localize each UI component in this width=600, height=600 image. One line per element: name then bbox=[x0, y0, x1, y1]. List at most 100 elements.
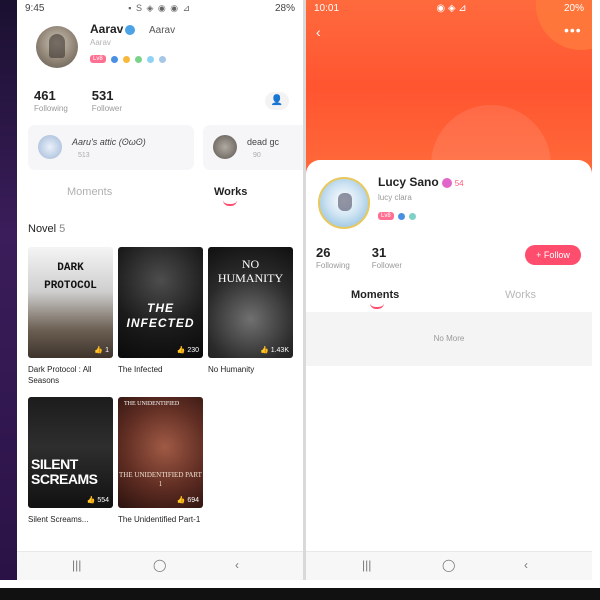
book-card[interactable]: SILENT SCREAMS 👍 554 Silent Screams... bbox=[28, 397, 113, 525]
book-cover: THE INFECTED 👍 230 bbox=[118, 247, 203, 358]
book-title: Dark Protocol : All Seasons bbox=[28, 365, 92, 385]
battery-level: 28% bbox=[274, 2, 295, 14]
badge-icon bbox=[397, 212, 405, 220]
profile-handle: lucy clara bbox=[378, 193, 412, 202]
status-bar: 10:01 ◉ ◈ ⊿ 20% bbox=[306, 0, 592, 16]
book-card[interactable]: THE UNIDENTIFIED THE UNIDENTIFIED PART 1… bbox=[118, 397, 203, 525]
profile-tabs: Moments Works bbox=[17, 186, 303, 206]
cover-title: DARK PROTOCOL bbox=[44, 262, 97, 292]
profile-tabs: Moments Works bbox=[306, 289, 592, 309]
like-count: 👍 230 bbox=[176, 347, 199, 354]
cover-title: THE INFECTED bbox=[126, 301, 195, 330]
badge-icon bbox=[158, 55, 166, 63]
follower-stat[interactable]: 531 Follower bbox=[92, 88, 122, 113]
system-nav-bar: ||| ◯ ‹ bbox=[17, 551, 303, 580]
cover-title: NO HUMANITY bbox=[217, 257, 284, 285]
left-frame-edge bbox=[0, 0, 17, 580]
book-cover: SILENT SCREAMS 👍 554 bbox=[28, 397, 113, 508]
status-time: 9:45 bbox=[25, 2, 45, 14]
group-name: Aaru's attic (ʘωʘ) bbox=[72, 137, 146, 147]
book-title: The Infected bbox=[118, 365, 163, 374]
add-user-button[interactable]: 👤 bbox=[265, 92, 289, 110]
active-tab-indicator bbox=[370, 303, 384, 309]
book-title: No Humanity bbox=[208, 365, 255, 374]
group-member-count: 513 bbox=[78, 152, 90, 159]
badge-icon bbox=[408, 212, 416, 220]
badge-icon bbox=[134, 55, 142, 63]
like-count: 👍 1.43K bbox=[260, 347, 289, 354]
group-member-count: 90 bbox=[253, 152, 261, 159]
cover-title: SILENT SCREAMS bbox=[31, 456, 98, 487]
back-button[interactable]: ‹ bbox=[235, 558, 239, 572]
group-card[interactable]: Aaru's attic (ʘωʘ) 513 bbox=[28, 125, 194, 170]
recent-apps-button[interactable]: ||| bbox=[72, 558, 81, 572]
tab-works[interactable]: Works bbox=[214, 186, 247, 198]
book-title: Silent Screams... bbox=[28, 515, 89, 524]
avatar[interactable] bbox=[36, 26, 78, 68]
left-phone-screen: 9:45 ▪ S ◈ ◉ ◉ ⊿ 28% Aarav Aarav Aarav L… bbox=[17, 0, 303, 580]
back-button[interactable]: ‹ bbox=[524, 558, 528, 572]
home-button[interactable]: ◯ bbox=[153, 558, 166, 572]
active-tab-indicator bbox=[223, 200, 237, 206]
recent-apps-button[interactable]: ||| bbox=[362, 558, 371, 572]
book-cover: THE UNIDENTIFIED THE UNIDENTIFIED PART 1… bbox=[118, 397, 203, 508]
section-title: Novel 5 bbox=[28, 223, 66, 235]
like-count: 👍 1 bbox=[94, 347, 109, 354]
no-more-text: No More bbox=[433, 334, 465, 343]
badge-row: Lv8 bbox=[378, 212, 416, 220]
group-name: dead gc bbox=[247, 137, 280, 147]
more-options-icon[interactable]: ••• bbox=[564, 22, 582, 38]
empty-feed: No More bbox=[306, 312, 592, 366]
profile-name-alt: Aarav bbox=[149, 25, 176, 36]
follow-button[interactable]: + Follow bbox=[525, 245, 581, 265]
like-count: 👍 554 bbox=[86, 497, 109, 504]
tab-moments[interactable]: Moments bbox=[351, 289, 399, 301]
level-badge: Lv8 bbox=[90, 55, 106, 63]
badge-icon bbox=[110, 55, 118, 63]
avatar[interactable] bbox=[318, 177, 370, 229]
verified-icon bbox=[125, 24, 136, 35]
group-avatar bbox=[213, 135, 237, 159]
tab-works[interactable]: Works bbox=[505, 289, 536, 301]
battery-level: 20% bbox=[563, 2, 584, 14]
book-card[interactable]: NO HUMANITY 👍 1.43K No Humanity bbox=[208, 247, 293, 375]
user-icon: 👤 bbox=[270, 95, 284, 106]
system-nav-bar: ||| ◯ ‹ bbox=[306, 551, 592, 580]
tab-moments[interactable]: Moments bbox=[67, 186, 112, 198]
stats-row: 461 Following 531 Follower bbox=[34, 88, 122, 113]
status-bar: 9:45 ▪ S ◈ ◉ ◉ ⊿ 28% bbox=[17, 0, 303, 16]
level-number: 54 bbox=[454, 179, 464, 188]
profile-banner: 10:01 ◉ ◈ ⊿ 20% ‹ ••• bbox=[306, 0, 592, 175]
book-card[interactable]: THE INFECTED 👍 230 The Infected bbox=[118, 247, 203, 375]
book-cover: NO HUMANITY 👍 1.43K bbox=[208, 247, 293, 358]
group-card[interactable]: dead gc 90 bbox=[203, 125, 303, 170]
following-stat[interactable]: 26 Following bbox=[316, 245, 350, 270]
right-phone-screen: 10:01 ◉ ◈ ⊿ 20% ‹ ••• Lucy Sano 54 lucy c… bbox=[306, 0, 592, 580]
profile-card: Lucy Sano 54 lucy clara Lv8 26 Following … bbox=[306, 160, 592, 580]
badge-icon bbox=[146, 55, 154, 63]
cover-title: THE UNIDENTIFIED bbox=[124, 401, 180, 407]
bottom-frame-edge bbox=[0, 588, 600, 600]
book-card[interactable]: DARK PROTOCOL 👍 1 Dark Protocol : All Se… bbox=[28, 247, 113, 386]
group-avatar bbox=[38, 135, 62, 159]
level-badge: Lv8 bbox=[378, 212, 394, 220]
profile-subtitle: Aarav bbox=[90, 38, 111, 47]
follower-stat[interactable]: 31 Follower bbox=[372, 245, 402, 270]
status-icons: ◉ ◈ ⊿ bbox=[436, 2, 467, 14]
coin-icon bbox=[441, 177, 452, 188]
profile-header: Aarav Aarav Aarav Lv8 bbox=[17, 16, 303, 76]
stats-row: 26 Following 31 Follower bbox=[316, 245, 402, 270]
badge-row: Lv8 bbox=[90, 55, 166, 63]
cover-subtitle: THE UNIDENTIFIED PART 1 bbox=[119, 471, 202, 488]
profile-name: Aarav bbox=[90, 22, 136, 36]
book-cover: DARK PROTOCOL 👍 1 bbox=[28, 247, 113, 358]
home-button[interactable]: ◯ bbox=[442, 558, 455, 572]
status-icons: ▪ S ◈ ◉ ◉ ⊿ bbox=[128, 2, 192, 13]
book-title: The Unidentified Part-1 bbox=[118, 515, 201, 524]
profile-name: Lucy Sano 54 bbox=[378, 175, 464, 189]
like-count: 👍 694 bbox=[176, 497, 199, 504]
status-time: 10:01 bbox=[314, 2, 340, 14]
following-stat[interactable]: 461 Following bbox=[34, 88, 68, 113]
right-frame-edge bbox=[592, 0, 600, 600]
back-arrow-icon[interactable]: ‹ bbox=[316, 24, 321, 40]
